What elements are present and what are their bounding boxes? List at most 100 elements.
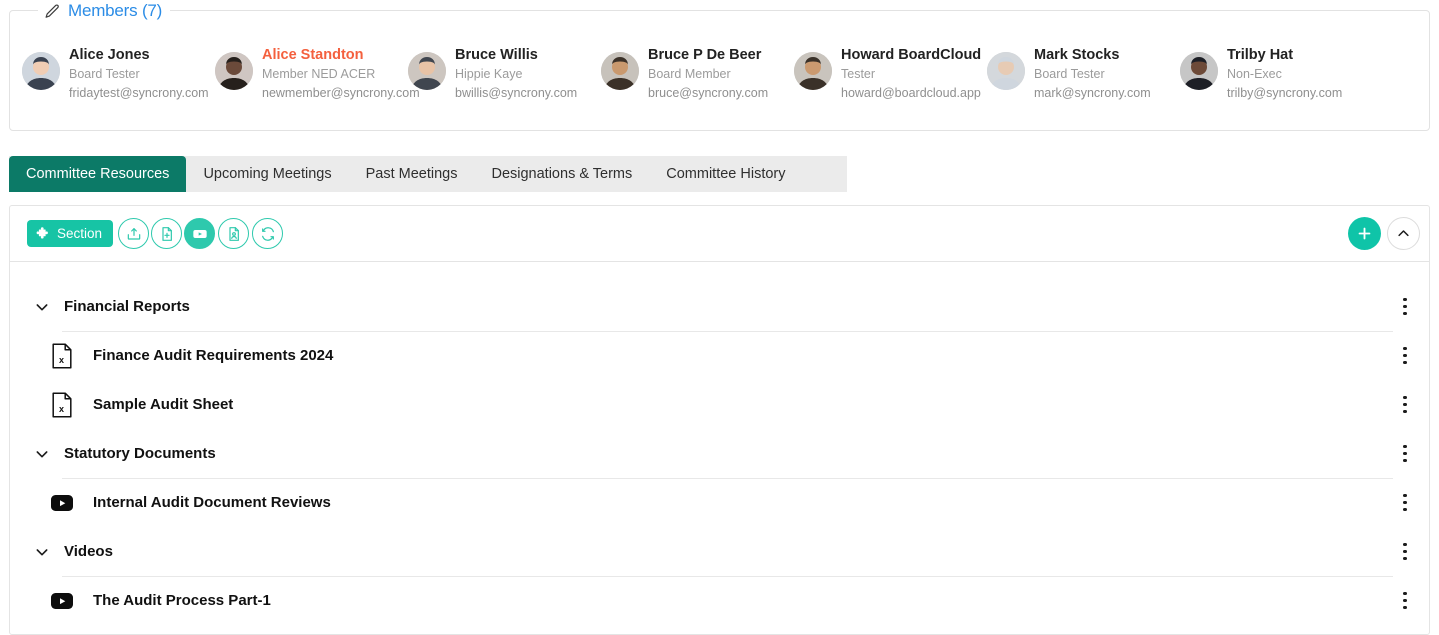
resource-group-row[interactable]: Financial Reports [10,282,1429,332]
resource-file-label: Finance Audit Requirements 2024 [93,347,334,364]
tab-upcoming-meetings[interactable]: Upcoming Meetings [186,156,348,192]
resource-file-row[interactable]: The Audit Process Part-1 [10,576,1429,625]
chevron-down-icon[interactable] [31,296,53,318]
chevron-down-icon[interactable] [31,541,53,563]
svg-text:x: x [59,404,64,414]
tab-past-meetings[interactable]: Past Meetings [349,156,475,192]
add-video-button[interactable] [184,218,215,249]
new-document-icon [159,226,175,242]
kebab-dot [1403,353,1407,358]
member-card[interactable]: Bruce P De Beer Board Member bruce@syncron… [601,45,794,103]
avatar [22,52,60,90]
tab-committee-history[interactable]: Committee History [649,156,802,192]
member-email: howard@boardcloud.app [841,86,981,100]
kebab-dot [1403,598,1407,603]
committee-tabbar: Committee Resources Upcoming Meetings Past… [9,156,847,192]
kebab-dot [1403,311,1407,316]
avatar [408,52,446,90]
new-document-button[interactable] [151,218,182,249]
row-kebab-menu-button[interactable] [1394,540,1416,564]
member-card[interactable]: Alice Standton Member NED ACER newmember@s… [215,45,420,103]
member-name: Alice Jones [69,47,150,63]
member-email: trilby@syncrony.com [1227,86,1343,100]
member-email: newmember@syncrony.com [262,86,420,100]
excel-file-icon: x [50,391,74,418]
kebab-dot [1403,507,1407,512]
member-card[interactable]: Howard BoardCloud Tester howard@boardcloud… [794,45,987,103]
add-section-button[interactable]: Section [27,220,114,247]
kebab-dot [1403,451,1407,456]
video-icon [192,226,208,242]
collapse-panel-button[interactable] [1387,217,1420,250]
avatar [794,52,832,90]
kebab-dot [1403,493,1407,498]
svg-text:x: x [59,355,64,365]
members-panel: Members (7) Alice Jones Board Tester frida… [9,0,1430,131]
chevron-down-icon[interactable] [31,443,53,465]
member-email: mark@syncrony.com [1034,86,1151,100]
member-email: bruce@syncrony.com [648,86,769,100]
kebab-dot [1403,591,1407,596]
kebab-dot [1403,444,1407,449]
kebab-dot [1403,542,1407,547]
resource-file-row[interactable]: Internal Audit Document Reviews [10,478,1429,527]
puzzle-piece-icon [36,226,51,241]
upload-icon [126,226,142,242]
row-kebab-menu-button[interactable] [1394,393,1416,417]
tab-designations-terms[interactable]: Designations & Terms [474,156,649,192]
resource-group-label: Videos [64,543,113,560]
member-email: fridaytest@syncrony.com [69,86,209,100]
kebab-dot [1403,395,1407,400]
avatar [1180,52,1218,90]
kebab-dot [1403,297,1407,302]
row-kebab-menu-button[interactable] [1394,295,1416,319]
video-play-icon [50,490,74,516]
member-role: Hippie Kaye [455,67,523,81]
add-profile-document-button[interactable] [218,218,249,249]
plus-icon [1356,225,1373,242]
row-kebab-menu-button[interactable] [1394,442,1416,466]
video-play-icon [50,588,74,614]
resource-group-label: Financial Reports [64,298,190,315]
member-role: Member NED ACER [262,67,376,81]
row-kebab-menu-button[interactable] [1394,589,1416,613]
member-name: Trilby Hat [1227,47,1294,63]
kebab-dot [1403,458,1407,463]
row-kebab-menu-button[interactable] [1394,491,1416,515]
chevron-up-icon [1396,226,1411,241]
member-name: Alice Standton [262,47,364,63]
committee-resources-card: Section Financial Reports x Finance Audi… [9,205,1430,635]
kebab-dot [1403,556,1407,561]
document-person-icon [226,226,242,242]
kebab-dot [1403,549,1407,554]
member-role: Tester [841,67,876,81]
kebab-dot [1403,605,1407,610]
member-role: Board Tester [69,67,140,81]
resource-group-row[interactable]: Videos [10,527,1429,577]
refresh-button[interactable] [252,218,283,249]
kebab-dot [1403,500,1407,505]
member-card[interactable]: Bruce Willis Hippie Kaye bwillis@syncrony.… [408,45,601,103]
members-legend[interactable]: Members (7) [38,0,171,22]
resources-toolbar: Section [10,206,1429,262]
add-resource-button[interactable] [1348,217,1381,250]
member-card[interactable]: Trilby Hat Non-Exec trilby@syncrony.com [1180,45,1373,103]
member-email: bwillis@syncrony.com [455,86,578,100]
row-kebab-menu-button[interactable] [1394,344,1416,368]
avatar [601,52,639,90]
kebab-dot [1403,360,1407,365]
resource-group-row[interactable]: Statutory Documents [10,429,1429,479]
resource-file-row[interactable]: x Finance Audit Requirements 2024 [10,331,1429,380]
tab-committee-resources[interactable]: Committee Resources [9,156,187,192]
resource-file-row[interactable]: x Sample Audit Sheet [10,380,1429,429]
refresh-icon [260,226,276,242]
resource-file-label: Internal Audit Document Reviews [93,494,331,511]
member-card[interactable]: Mark Stocks Board Tester mark@syncrony.com [987,45,1180,103]
member-card[interactable]: Alice Jones Board Tester fridaytest@syncro… [22,45,215,103]
resource-group-label: Statutory Documents [64,445,216,462]
pencil-icon[interactable] [44,3,61,20]
member-name: Mark Stocks [1034,47,1120,63]
upload-button[interactable] [118,218,149,249]
resources-tree: Financial Reports x Finance Audit Requirem… [10,262,1429,625]
avatar [987,52,1025,90]
